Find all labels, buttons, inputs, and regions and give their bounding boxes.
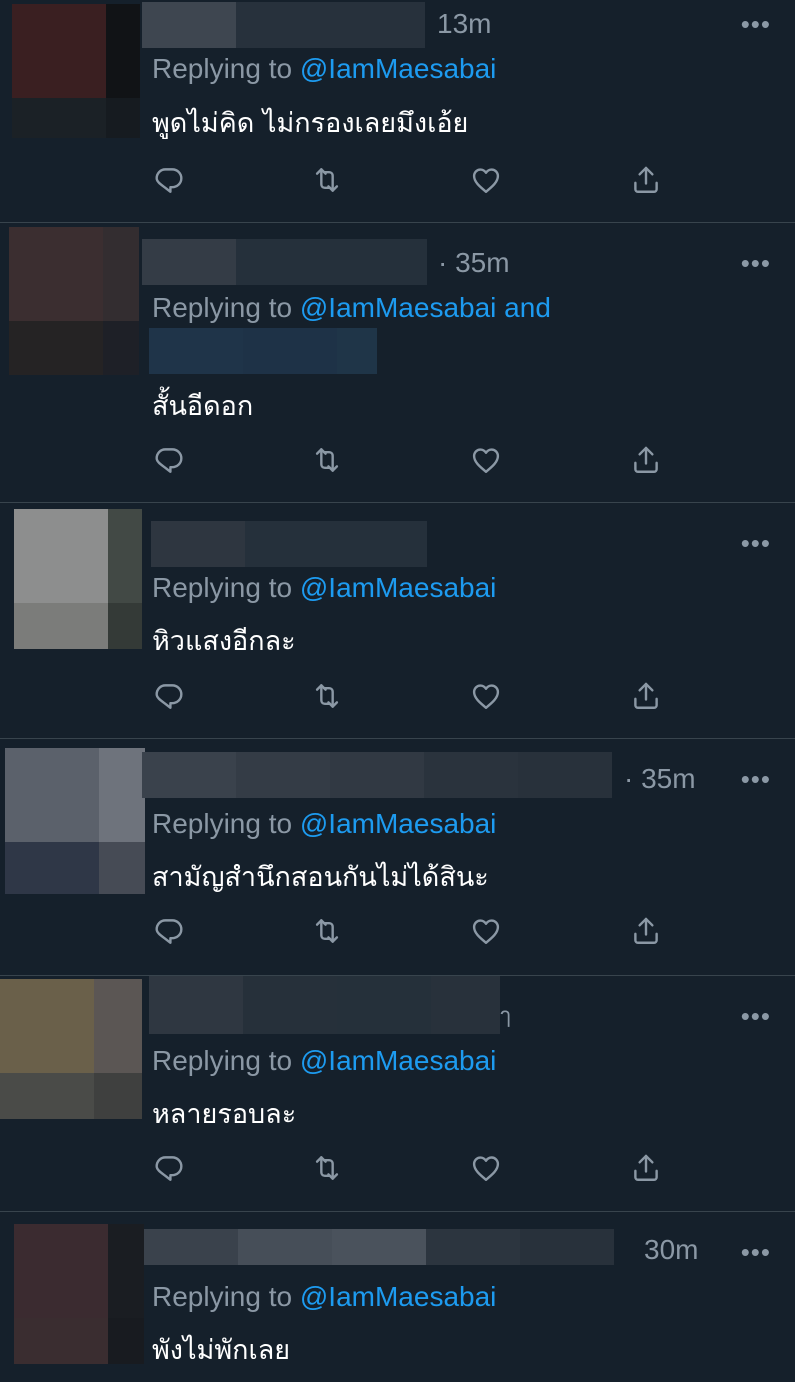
tweet-text: สั้นอีดอก (152, 391, 254, 422)
mention-link[interactable]: @IamMaesabai (300, 292, 497, 323)
timestamp[interactable]: ๅ (500, 1000, 511, 1032)
reply-icon[interactable] (152, 1151, 186, 1185)
tweet-text: หิวแสงอีกละ (152, 626, 296, 657)
replying-to: Replying to @IamMaesabai (152, 1044, 496, 1078)
tweet-text: พูดไม่คิด ไม่กรองเลยมึงเอ้ย (152, 108, 469, 139)
tweet-actions (152, 443, 672, 477)
timestamp[interactable]: · 35m (438, 247, 510, 279)
reply-icon[interactable] (152, 163, 186, 197)
replying-to: Replying to @IamMaesabai (152, 571, 496, 605)
more-icon[interactable]: ••• (741, 250, 771, 276)
tweet-actions (152, 163, 672, 197)
retweet-icon[interactable] (310, 679, 344, 713)
tweet-text: สามัญสำนึกสอนกันไม่ได้สินะ (152, 862, 489, 893)
tweet-text: พังไม่พักเลย (152, 1335, 291, 1366)
share-icon[interactable] (629, 163, 663, 197)
tweet-actions (152, 1151, 672, 1185)
mention-link[interactable]: @IamMaesabai (300, 808, 497, 839)
mention-and: and (504, 292, 551, 323)
heart-icon[interactable] (469, 443, 503, 477)
mention-link[interactable]: @IamMaesabai (300, 1045, 497, 1076)
replying-to: Replying to @IamMaesabai (152, 52, 496, 86)
avatar[interactable] (14, 1224, 144, 1364)
share-icon[interactable] (629, 443, 663, 477)
tweet-text: หลายรอบละ (152, 1099, 297, 1130)
replying-to-label: Replying to (152, 1281, 293, 1312)
tweet-actions (152, 679, 672, 713)
tweet[interactable]: 30m ••• Replying to @IamMaesabai พังไม่พ… (0, 1212, 795, 1382)
display-name-redacted[interactable] (142, 752, 612, 798)
retweet-icon[interactable] (310, 1151, 344, 1185)
more-icon[interactable]: ••• (741, 11, 771, 37)
display-name-redacted[interactable] (151, 521, 427, 567)
display-name-redacted[interactable] (142, 2, 425, 48)
display-name-redacted[interactable] (142, 239, 427, 285)
retweet-icon[interactable] (310, 914, 344, 948)
reply-icon[interactable] (152, 914, 186, 948)
more-icon[interactable]: ••• (741, 1239, 771, 1265)
mention-link[interactable]: @IamMaesabai (300, 572, 497, 603)
tweet[interactable]: · 35m ••• Replying to @IamMaesabai สามัญ… (0, 739, 795, 975)
reply-icon[interactable] (152, 443, 186, 477)
tweet[interactable]: · 35m ••• Replying to @IamMaesabai and ส… (0, 223, 795, 502)
avatar[interactable] (14, 509, 142, 649)
replying-to-label: Replying to (152, 53, 293, 84)
reply-icon[interactable] (152, 679, 186, 713)
share-icon[interactable] (629, 679, 663, 713)
mention-redacted[interactable] (149, 328, 377, 374)
mention-link[interactable]: @IamMaesabai (300, 53, 497, 84)
heart-icon[interactable] (469, 163, 503, 197)
heart-icon[interactable] (469, 679, 503, 713)
more-icon[interactable]: ••• (741, 1003, 771, 1029)
mention-link[interactable]: @IamMaesabai (300, 1281, 497, 1312)
tweet[interactable]: 13m ••• Replying to @IamMaesabai พูดไม่ค… (0, 0, 795, 222)
avatar[interactable] (9, 227, 139, 375)
tweet[interactable]: ๅ ••• Replying to @IamMaesabai หลายรอบละ (0, 976, 795, 1212)
avatar[interactable] (0, 979, 142, 1119)
replying-to-label: Replying to (152, 1045, 293, 1076)
display-name-redacted[interactable] (144, 1229, 614, 1265)
heart-icon[interactable] (469, 914, 503, 948)
share-icon[interactable] (629, 914, 663, 948)
share-icon[interactable] (629, 1151, 663, 1185)
replying-to-label: Replying to (152, 808, 293, 839)
timestamp[interactable]: 30m (644, 1234, 698, 1266)
timestamp[interactable]: · 35m (624, 763, 696, 795)
replying-to: Replying to @IamMaesabai (152, 807, 496, 841)
heart-icon[interactable] (469, 1151, 503, 1185)
retweet-icon[interactable] (310, 163, 344, 197)
replying-to-label: Replying to (152, 572, 293, 603)
avatar[interactable] (5, 748, 145, 894)
replying-to: Replying to @IamMaesabai and (152, 291, 551, 325)
tweet[interactable]: ••• Replying to @IamMaesabai หิวแสงอีกละ (0, 503, 795, 738)
avatar[interactable] (12, 4, 140, 138)
replying-to-label: Replying to (152, 292, 293, 323)
retweet-icon[interactable] (310, 443, 344, 477)
tweet-actions (152, 914, 672, 948)
replying-to: Replying to @IamMaesabai (152, 1280, 496, 1314)
timestamp[interactable]: 13m (437, 8, 491, 40)
more-icon[interactable]: ••• (741, 766, 771, 792)
more-icon[interactable]: ••• (741, 530, 771, 556)
display-name-redacted[interactable] (149, 976, 500, 1034)
